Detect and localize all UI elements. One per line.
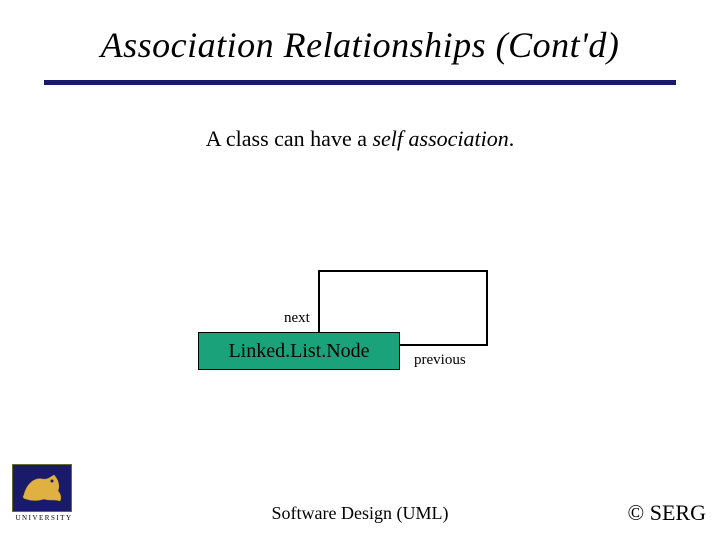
caption-suffix: . xyxy=(509,126,515,151)
footer-copyright: © SERG xyxy=(628,500,706,526)
uml-class-name: Linked.List.Node xyxy=(228,340,369,363)
uml-diagram: next Linked.List.Node previous xyxy=(198,270,538,400)
footer-center: Software Design (UML) xyxy=(0,503,720,524)
slide: Association Relationships (Cont'd) A cla… xyxy=(0,0,720,540)
caption-prefix: A class can have a xyxy=(206,126,373,151)
slide-title: Association Relationships (Cont'd) xyxy=(0,24,720,66)
caption-emphasis: self association xyxy=(372,126,508,151)
slide-caption: A class can have a self association. xyxy=(0,126,720,152)
title-rule xyxy=(44,80,676,85)
role-label-next: next xyxy=(284,310,310,327)
uml-class-box: Linked.List.Node xyxy=(198,332,400,370)
role-label-previous: previous xyxy=(414,352,466,369)
dragon-icon xyxy=(20,471,64,505)
